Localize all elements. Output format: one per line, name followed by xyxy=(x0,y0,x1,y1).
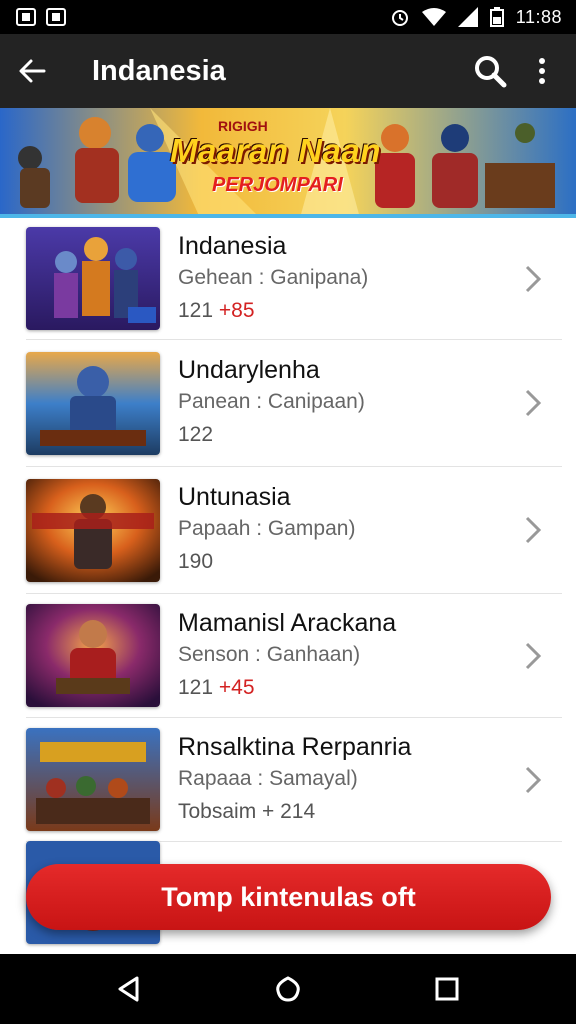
item-meta-highlight: +85 xyxy=(218,298,255,322)
item-text: Rnsalktina Rerpanria Rapaaa : Samayal) T… xyxy=(178,731,516,829)
banner-subtitle: PERJOMPARI xyxy=(212,174,343,196)
promo-banner[interactable]: RIGIGH Maaran Naan PERJOMPARI xyxy=(0,108,576,218)
chevron-button[interactable] xyxy=(516,513,550,547)
back-arrow-icon xyxy=(19,59,46,83)
more-vert-icon xyxy=(539,58,545,84)
item-meta-highlight: +45 xyxy=(218,675,255,699)
game-list: Indanesia Gehean : Ganipana) 121 +85 Und… xyxy=(0,218,576,944)
overflow-menu-button[interactable] xyxy=(516,34,568,108)
item-meta: 121 +85 xyxy=(178,294,516,328)
status-right: 11:88 xyxy=(390,7,562,28)
item-meta: Tobsaim + 214 xyxy=(178,795,516,829)
item-thumbnail xyxy=(26,227,160,330)
list-item[interactable]: Rnsalktina Rerpanria Rapaaa : Samayal) T… xyxy=(26,718,562,842)
nav-back-button[interactable] xyxy=(99,959,159,1019)
item-title: Untunasia xyxy=(178,483,291,511)
search-icon xyxy=(475,56,507,88)
item-text: Mamanisl Arackana Senson : Ganhaan) 121 … xyxy=(178,607,516,705)
chevron-right-icon xyxy=(525,389,542,417)
alarm-icon xyxy=(391,10,408,26)
banner-title: Maaran Naan xyxy=(170,132,381,169)
item-meta-value: 122 xyxy=(178,423,214,446)
item-subtitle: Gehean : Ganipana) xyxy=(178,265,369,289)
item-subtitle: Rapaaa : Samayal) xyxy=(178,766,358,790)
item-thumbnail xyxy=(26,351,160,455)
item-meta-value: 121 xyxy=(178,675,219,699)
item-meta: 121 +45 xyxy=(178,671,516,705)
item-subtitle: Senson : Ganhaan) xyxy=(178,642,361,666)
nav-back-icon xyxy=(118,976,139,1002)
item-text: Indanesia Gehean : Ganipana) 121 +85 xyxy=(178,230,516,328)
status-bar: 11:88 xyxy=(0,0,576,34)
nav-recents-icon xyxy=(435,977,459,1001)
item-meta-value: 190 xyxy=(178,550,214,573)
list-item[interactable]: Indanesia Gehean : Ganipana) 121 +85 xyxy=(26,218,562,340)
chevron-right-icon xyxy=(525,642,542,669)
back-button[interactable] xyxy=(0,34,64,108)
list-item[interactable]: Undarylenha Panean : Canipaan) 122 xyxy=(26,340,562,467)
wifi-icon xyxy=(421,8,446,26)
item-title: Rnsalktina Rerpanria xyxy=(178,732,412,761)
item-text: Untunasia Papaah : Gampan) 190 xyxy=(178,481,516,579)
chevron-right-icon xyxy=(525,766,542,793)
media-icon xyxy=(46,8,66,26)
list-item[interactable]: Mamanisl Arackana Senson : Ganhaan) 121 … xyxy=(26,594,562,718)
primary-action-button[interactable]: Tomp kintenulas oft xyxy=(26,864,551,930)
item-thumbnail xyxy=(26,478,160,582)
item-meta: 190 xyxy=(178,545,516,579)
item-meta-value: 121 xyxy=(178,298,219,322)
chevron-button[interactable] xyxy=(516,639,550,673)
item-text: Undarylenha Panean : Canipaan) 122 xyxy=(178,354,516,452)
signal-icon xyxy=(457,7,478,27)
item-subtitle: Papaah : Gampan) xyxy=(178,517,356,540)
status-time: 11:88 xyxy=(515,6,562,27)
item-meta: 122 xyxy=(178,418,516,452)
notification-icon xyxy=(16,8,36,26)
item-title: Indanesia xyxy=(178,231,287,260)
page-title: Indanesia xyxy=(92,54,226,87)
chevron-right-icon xyxy=(525,265,542,292)
item-meta-value: Tobsaim + 214 xyxy=(178,799,316,823)
app-screen: 11:88 Indanesia RIGIGH Maaran Naan PERJO… xyxy=(0,0,576,1024)
app-bar: Indanesia xyxy=(0,34,576,108)
item-subtitle: Panean : Canipaan) xyxy=(178,390,365,413)
item-title: Undarylenha xyxy=(178,356,320,384)
nav-recents-button[interactable] xyxy=(417,959,477,1019)
chevron-right-icon xyxy=(525,516,542,544)
list-item[interactable]: Untunasia Papaah : Gampan) 190 xyxy=(26,467,562,594)
system-nav-bar xyxy=(0,954,576,1024)
nav-home-icon xyxy=(276,976,300,1002)
chevron-button[interactable] xyxy=(516,763,550,797)
chevron-button[interactable] xyxy=(516,386,550,420)
status-left xyxy=(16,8,66,26)
item-thumbnail xyxy=(26,728,160,831)
item-title: Mamanisl Arackana xyxy=(178,608,397,637)
search-button[interactable] xyxy=(464,34,516,108)
battery-icon xyxy=(489,7,504,27)
chevron-button[interactable] xyxy=(516,262,550,296)
item-thumbnail xyxy=(26,604,160,707)
nav-home-button[interactable] xyxy=(258,959,318,1019)
